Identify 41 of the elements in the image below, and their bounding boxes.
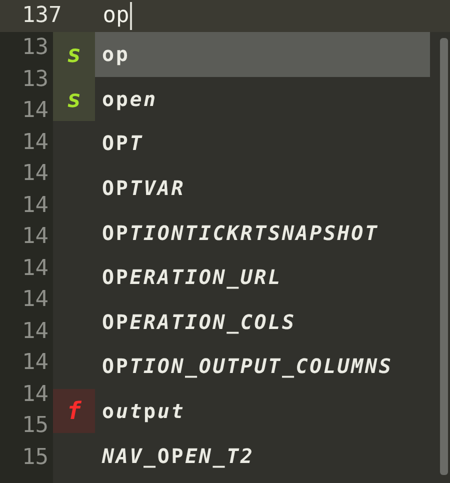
code-text: op <box>102 2 130 30</box>
line-number: 14 <box>22 192 50 220</box>
line-number: 14 <box>22 254 50 282</box>
kind-letter: f <box>53 388 95 434</box>
line-number: 14 <box>22 380 50 408</box>
line-number: 14 <box>22 318 50 346</box>
text-cursor <box>130 2 132 30</box>
completion-item[interactable]: OP TIONTICKRTSNAPSHOT <box>53 210 430 255</box>
completion-label: OP TION_OUTPUT_COLUMNS <box>102 354 393 378</box>
line-number: 14 <box>22 128 50 156</box>
completion-label: OP T <box>102 131 144 156</box>
kind-letter: s <box>53 76 95 122</box>
line-number: 14 <box>22 349 50 377</box>
completion-label: OP TVAR <box>102 176 186 200</box>
completion-item[interactable]: OP TVAR <box>53 166 430 210</box>
completion-label: OPERATION_URL <box>102 265 282 290</box>
completion-label: OP TIONTICKRTSNAPSHOT <box>102 220 379 245</box>
completion-label: NAV_OPEN_T2 <box>102 444 254 468</box>
completion-item[interactable]: f output <box>53 388 430 434</box>
line-number: 15 <box>22 444 50 472</box>
completion-item[interactable]: OP TION_OUTPUT_COLUMNS <box>53 344 430 389</box>
completion-item[interactable]: OPERATION_URL <box>53 254 430 300</box>
scrollbar-thumb[interactable] <box>440 38 448 475</box>
completion-item[interactable]: s open <box>53 76 430 122</box>
line-number: 14 <box>22 97 50 125</box>
completion-item[interactable]: OP T <box>53 121 430 166</box>
line-number: 15 <box>22 412 50 440</box>
completion-label: op <box>102 42 130 66</box>
line-number: 137 <box>22 2 62 30</box>
completion-label: output <box>102 399 186 424</box>
line-number: 14 <box>22 223 50 251</box>
kind-letter: s <box>53 32 95 77</box>
line-number: 14 <box>22 286 50 314</box>
completion-label: OPERATION_COLS <box>102 310 296 334</box>
line-number: 13 <box>22 66 50 94</box>
completion-item[interactable]: OPERATION_COLS <box>53 300 430 344</box>
line-number: 13 <box>22 34 50 62</box>
completion-item[interactable]: s op <box>53 32 430 77</box>
completion-item[interactable]: NAV_OPEN_T2 <box>53 433 430 478</box>
line-number: 14 <box>22 160 50 188</box>
completion-label: open <box>102 86 158 111</box>
